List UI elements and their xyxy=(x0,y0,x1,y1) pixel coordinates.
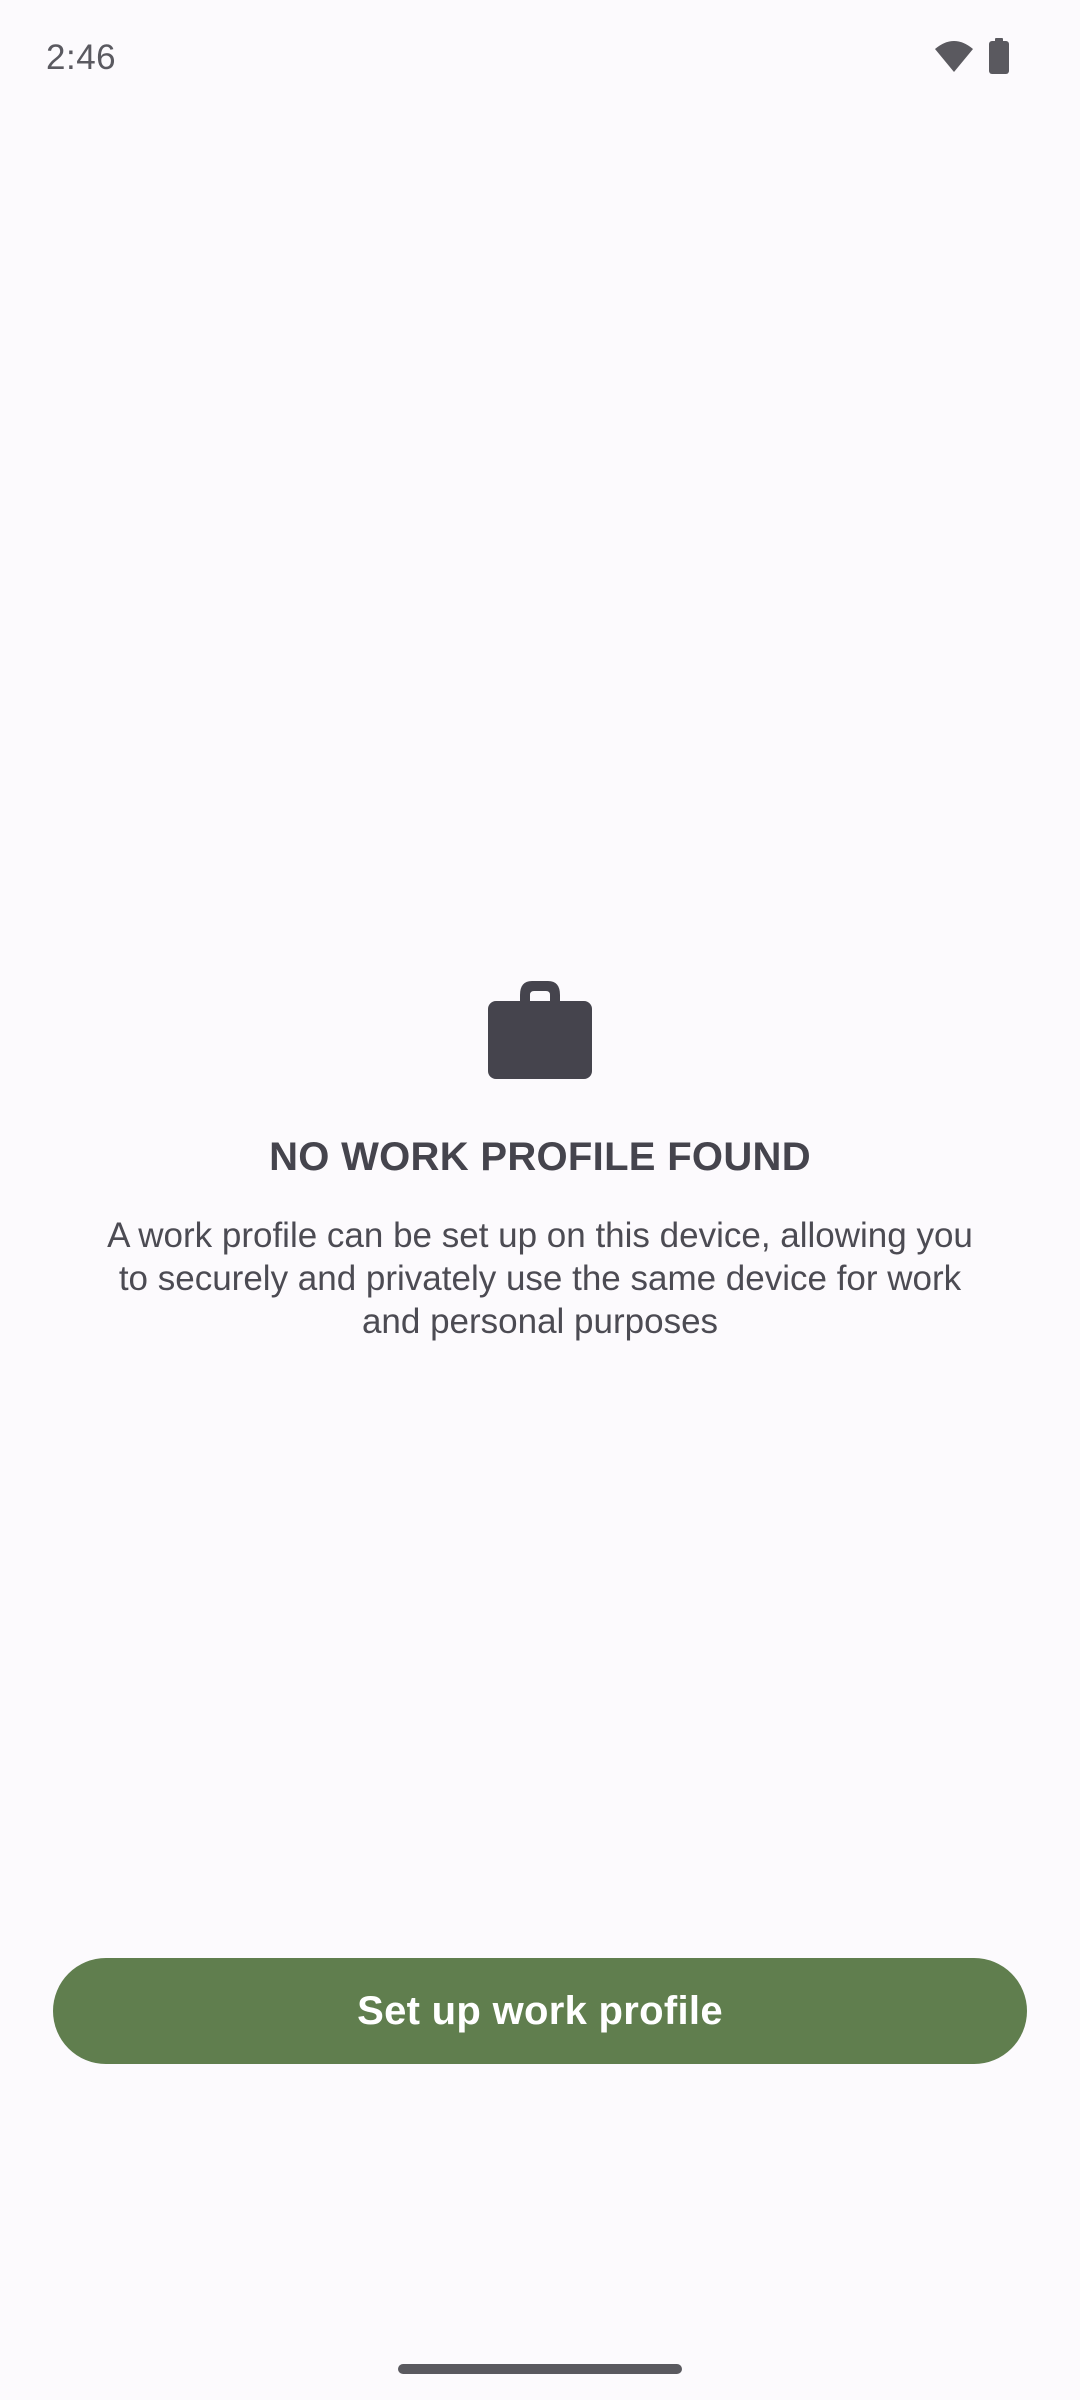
empty-state-description: A work profile can be set up on this dev… xyxy=(107,1216,973,1341)
status-time: 2:46 xyxy=(46,38,117,77)
briefcase-icon xyxy=(488,981,592,1079)
setup-work-profile-button[interactable]: Set up work profile xyxy=(53,1958,1027,2064)
empty-state-title: NO WORK PROFILE FOUND xyxy=(269,1135,811,1179)
status-icons xyxy=(934,38,1010,74)
status-bar: 2:46 xyxy=(0,0,1080,120)
navigation-handle[interactable] xyxy=(398,2364,682,2374)
battery-icon xyxy=(988,38,1010,74)
empty-state: NO WORK PROFILE FOUND A work profile can… xyxy=(0,975,1080,1343)
wifi-icon xyxy=(934,39,974,73)
